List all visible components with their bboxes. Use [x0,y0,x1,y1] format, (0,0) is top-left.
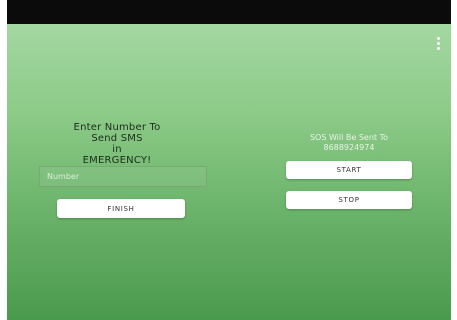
heading-line: Send SMS [91,133,143,144]
number-input[interactable] [39,166,207,187]
more-vert-icon[interactable] [435,37,441,53]
app-screen: Enter Number To Send SMS in EMERGENCY! F… [7,24,451,320]
sos-number: 8688924974 [323,143,375,152]
menu-dot [436,47,440,50]
sos-info: SOS Will Be Sent To 8688924974 [286,133,412,153]
menu-dot [436,42,440,45]
heading-line: EMERGENCY! [82,155,152,166]
sos-label: SOS Will Be Sent To [309,133,389,142]
emergency-heading: Enter Number To Send SMS in EMERGENCY! [47,122,187,166]
menu-dot [436,37,440,40]
device-frame: Enter Number To Send SMS in EMERGENCY! F… [7,0,451,320]
finish-button[interactable]: FINISH [57,199,185,218]
start-button[interactable]: START [286,161,412,179]
heading-line: Enter Number To [73,122,161,133]
stop-button[interactable]: STOP [286,191,412,209]
heading-line: in [112,144,122,155]
